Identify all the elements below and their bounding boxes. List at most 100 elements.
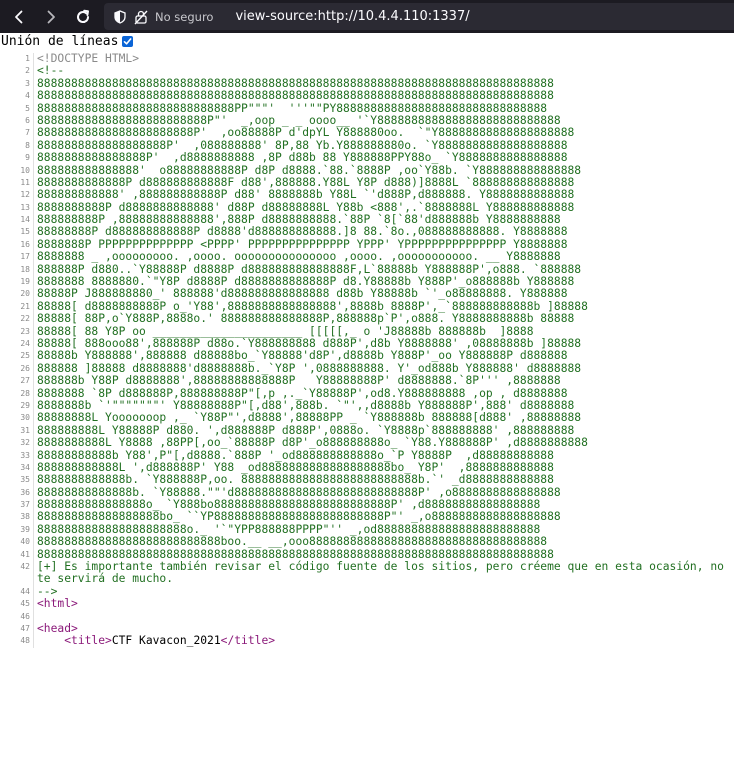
source-line: 20 88888P J888888880_' 888888'd8888888888… [0, 287, 734, 301]
line-number: 16 [20, 239, 30, 249]
line-number: 5 [25, 103, 30, 113]
source-line-text: 888888888888888888888888888boo.__ __,ooo… [37, 535, 548, 549]
url-bar[interactable]: No seguro view-source:http://10.4.4.110:… [104, 3, 734, 30]
insecure-label: No seguro [155, 9, 214, 24]
gutter-divider [33, 313, 34, 326]
line-number: 41 [20, 549, 30, 559]
source-line-text: [+] Es importante también revisar el cód… [37, 560, 731, 586]
line-number: 34 [20, 462, 30, 472]
line-number: 29 [20, 400, 30, 410]
source-line-text: <html> [37, 597, 78, 611]
tracking-protection-shield-icon[interactable] [114, 9, 128, 25]
line-number: 24 [20, 338, 30, 348]
source-line-text: 88888b Y888888',888888 d88888bo_`Y88888'… [37, 349, 568, 363]
source-line: 4 888888888888888888888888888888888888888… [0, 89, 734, 103]
source-line-text: 8888888888L Y8888 ,88PP[,oo_`88888P d8P'… [37, 436, 588, 450]
source-line: 22 88888[ 88P,o`Y888P,8888o.' 88888888888… [0, 312, 734, 326]
line-number: 23 [20, 326, 30, 336]
line-number: 8 [25, 140, 30, 150]
reload-button[interactable] [70, 4, 96, 30]
wrap-lines-toggle[interactable]: Unión de líneas [1, 34, 134, 49]
line-number: 26 [20, 363, 30, 373]
url-text[interactable]: view-source:http://10.4.4.110:1337/ [235, 9, 469, 24]
line-number: 44 [20, 586, 30, 596]
gutter-divider [33, 585, 34, 599]
line-number: 30 [20, 413, 30, 423]
line-number: 39 [20, 524, 30, 534]
source-line: 17 8888888 _ ,ooooooooo. ,oooo. ooooooooo… [0, 250, 734, 264]
gutter-divider [33, 65, 34, 78]
line-number: 2 [25, 66, 30, 76]
back-button[interactable] [6, 4, 32, 30]
gutter-divider [33, 238, 34, 252]
line-number: 3 [25, 78, 30, 88]
source-line-text: 88888888888888888888888P' ,oo88888P d'dp… [37, 126, 575, 140]
gutter-divider [33, 474, 34, 487]
line-number: 14 [20, 215, 30, 225]
reload-icon [77, 9, 90, 23]
gutter-divider [33, 152, 34, 165]
line-number: 32 [20, 438, 30, 448]
line-number: 9 [25, 153, 30, 163]
gutter-divider [33, 102, 34, 115]
source-line-text: 8888888888888888888888888888888888888888… [37, 89, 554, 103]
gutter-divider [33, 77, 34, 91]
gutter-divider [33, 139, 34, 153]
source-line: 44 --> [0, 584, 734, 599]
gutter-divider [33, 276, 34, 289]
line-number: 10 [20, 165, 30, 175]
gutter-divider [33, 214, 34, 227]
gutter-divider [33, 189, 34, 202]
gutter-divider [33, 176, 34, 190]
source-line-text: <!DOCTYPE HTML> [37, 53, 140, 65]
wrap-lines-checkbox[interactable] [122, 36, 134, 47]
source-line-text: 88888P J888888880_' 888888'd888888888888… [37, 287, 568, 301]
line-number: 40 [20, 537, 30, 547]
gutter-divider [33, 437, 34, 450]
source-line-text: <!-- [37, 64, 65, 78]
source-line: 9 8888888888888888P' ,d8888888888 ,8P d88… [0, 151, 734, 165]
gutter-divider [33, 561, 34, 586]
insecure-lock-icon[interactable] [134, 9, 150, 25]
gutter-divider [33, 610, 34, 623]
source-line: 15 88888888P d888888888888P d8888'd888888… [0, 225, 734, 239]
source-line: 25 88888b Y888888',888888 d88888bo_`Y8888… [0, 349, 734, 363]
source-line-text: 8888888 _ ,ooooooooo. ,oooo. ooooooooooo… [37, 250, 561, 264]
line-number: 33 [20, 450, 30, 460]
gutter-divider [33, 201, 34, 215]
line-number: 42 [20, 562, 30, 572]
source-line: 38 888888888888888888bo_ ``YP888888888888… [0, 510, 734, 524]
line-number: 15 [20, 227, 30, 237]
line-number: 20 [20, 289, 30, 299]
forward-button[interactable] [38, 4, 64, 30]
source-line-text: 888888888888888888bo_ ``YP88888888888888… [37, 510, 561, 524]
gutter-divider [33, 90, 34, 103]
source-line-text: 8888888888888888P' ,d8888888888 ,8P d88b… [37, 151, 568, 165]
gutter-divider [33, 375, 34, 388]
gutter-divider [33, 536, 34, 549]
source-line-text: 88888[ 88P,o`Y888P,8888o.' 8888888888888… [37, 312, 575, 326]
line-number: 11 [20, 177, 30, 187]
gutter-divider [33, 548, 34, 562]
gutter-divider [33, 424, 34, 438]
source-line-text: 888888b Y88P d8888888',88888888888888P Y… [37, 374, 561, 388]
gutter-divider [33, 300, 34, 314]
source-line-text: 88888888P d888888888888P d8888'd88888888… [37, 225, 568, 239]
gutter-divider [33, 622, 34, 636]
line-number: 13 [20, 202, 30, 212]
line-number: 22 [20, 314, 30, 324]
gutter-divider [33, 635, 34, 648]
gutter-divider [33, 251, 34, 264]
line-number: 28 [20, 388, 30, 398]
gutter-divider [33, 114, 34, 128]
source-line: 46 [0, 610, 734, 623]
source-line-text: 888888888888' ,888888888888P d88' 888888… [37, 188, 575, 202]
line-number: 47 [20, 623, 30, 633]
line-number: 36 [20, 487, 30, 497]
source-line-text: --> [37, 584, 58, 598]
gutter-divider [33, 598, 34, 611]
line-number: 17 [20, 252, 30, 262]
line-number: 27 [20, 376, 30, 386]
line-number: 38 [20, 512, 30, 522]
checkmark-icon [124, 38, 132, 45]
